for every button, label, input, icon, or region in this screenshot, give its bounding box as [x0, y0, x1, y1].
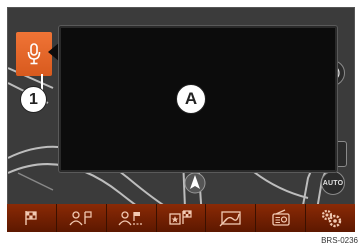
- settings-gears-icon: [321, 209, 341, 228]
- infotainment-screen-figure: N AUTO 1 A: [0, 0, 362, 246]
- route-contacts-button[interactable]: [106, 204, 157, 232]
- radio-icon: [272, 209, 290, 226]
- favorite-destination-icon: [169, 210, 192, 225]
- favorite-destination-button[interactable]: [156, 204, 207, 232]
- contacts-destination-button[interactable]: [56, 204, 107, 232]
- callout-a: A: [176, 84, 206, 114]
- vehicle-position-icon: [184, 172, 206, 194]
- radio-button[interactable]: [256, 204, 307, 232]
- contacts-destination-icon: [69, 211, 92, 226]
- route-contacts-icon: [118, 211, 143, 226]
- figure-reference-code: BRS-0236: [319, 236, 360, 245]
- destination-flag-icon: [25, 211, 38, 225]
- map-route-icon: [219, 211, 241, 227]
- function-toolbar: [7, 204, 356, 232]
- auto-zoom-label: AUTO: [322, 179, 344, 187]
- map-route-button[interactable]: [206, 204, 257, 232]
- microphone-icon: [27, 43, 41, 65]
- settings-button[interactable]: [306, 204, 356, 232]
- auto-zoom-button[interactable]: AUTO: [321, 171, 345, 195]
- voice-control-button[interactable]: [16, 32, 52, 76]
- callout-1-label: 1: [29, 90, 38, 108]
- callout-1: 1: [20, 86, 47, 113]
- callout-a-label: A: [184, 89, 198, 108]
- destination-button[interactable]: [7, 204, 57, 232]
- navigation-screen: N AUTO: [7, 7, 355, 232]
